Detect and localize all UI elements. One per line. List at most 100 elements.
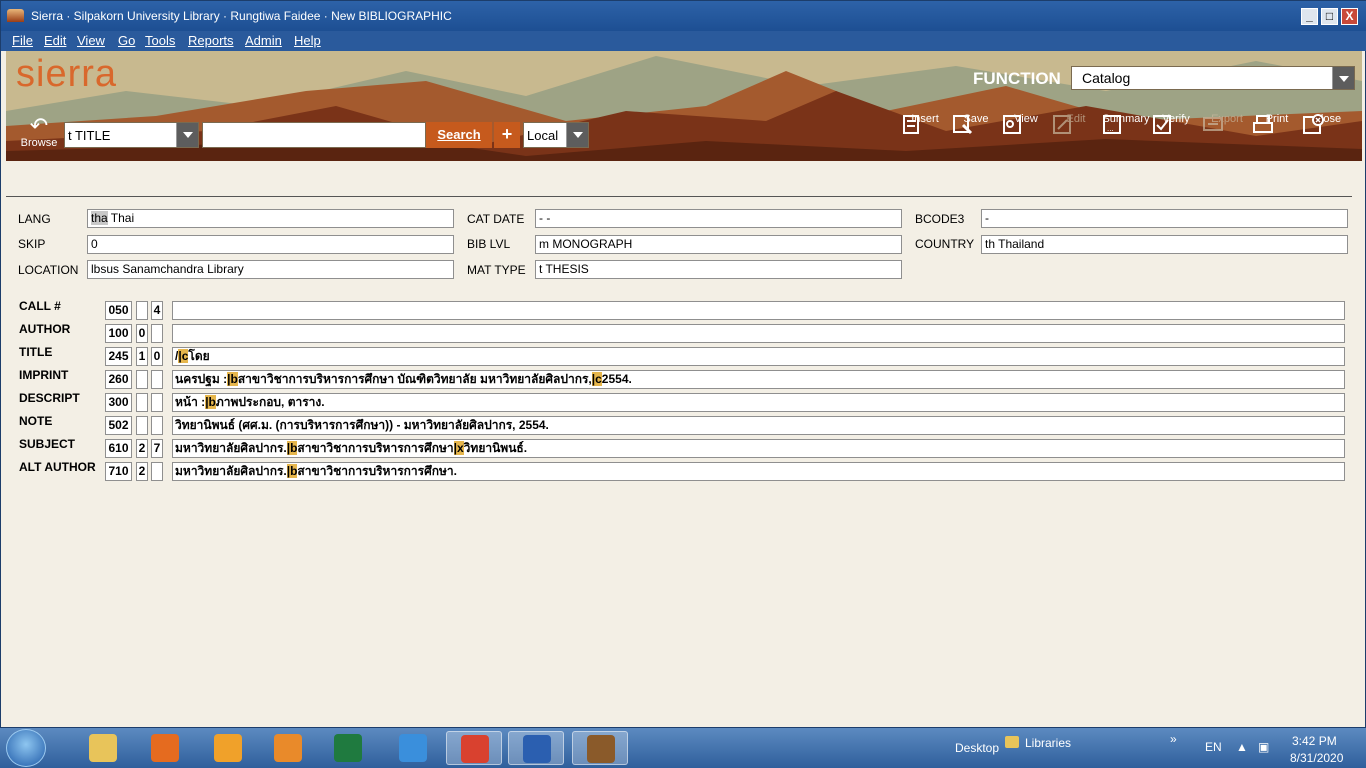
marc-ind1[interactable]: 2 xyxy=(136,439,148,458)
marc-tag[interactable]: 610 xyxy=(105,439,132,458)
cat-date-field[interactable]: - - xyxy=(535,209,902,228)
menu-reports[interactable]: Reports xyxy=(188,33,234,48)
sierra-app-taskbar-button[interactable] xyxy=(572,731,628,765)
back-arrow-icon: ↶ xyxy=(29,113,49,138)
country-field[interactable]: th Thailand xyxy=(981,235,1348,254)
internet-explorer-taskbar-button[interactable] xyxy=(385,731,441,765)
windows-start-button[interactable] xyxy=(6,729,46,767)
clock-time[interactable]: 3:42 PM xyxy=(1292,734,1337,748)
maximize-button[interactable]: □ xyxy=(1321,8,1338,25)
marc-tag[interactable]: 710 xyxy=(105,462,132,481)
marc-tag[interactable]: 502 xyxy=(105,416,132,435)
marc-ind2[interactable]: 7 xyxy=(151,439,163,458)
marc-data-text: สาขาวิชาการบริหารการศึกษา. xyxy=(297,464,457,478)
marc-ind2[interactable]: 0 xyxy=(151,347,163,366)
insert-button[interactable]: Insert xyxy=(900,113,950,134)
function-select[interactable]: Catalog xyxy=(1071,66,1355,90)
marc-data[interactable]: นครปฐม :|bสาขาวิชาการบริหารการศึกษา บัณฑ… xyxy=(172,370,1345,389)
skip-field[interactable]: 0 xyxy=(87,235,454,254)
marc-ind2[interactable] xyxy=(151,393,163,412)
browse-button[interactable]: ↶ Browse xyxy=(18,113,60,150)
marc-ind1[interactable] xyxy=(136,393,148,412)
media-player-taskbar-button[interactable] xyxy=(260,731,316,765)
bcode3-field[interactable]: - xyxy=(981,209,1348,228)
marc-ind1[interactable] xyxy=(136,301,148,320)
excel-taskbar-button[interactable] xyxy=(320,731,376,765)
marc-data[interactable]: มหาวิทยาลัยศิลปากร.|bสาขาวิชาการบริหารกา… xyxy=(172,439,1345,458)
subfield-delimiter: |c xyxy=(178,349,189,363)
marc-ind1[interactable] xyxy=(136,416,148,435)
close-window-button[interactable]: X xyxy=(1341,8,1358,25)
search-input[interactable] xyxy=(202,122,426,148)
menu-edit[interactable]: Edit xyxy=(44,33,66,48)
marc-ind2[interactable] xyxy=(151,462,163,481)
marc-data[interactable]: หน้า :|bภาพประกอบ, ตาราง. xyxy=(172,393,1345,412)
search-index-select[interactable]: t TITLE xyxy=(64,122,199,148)
language-indicator[interactable]: EN xyxy=(1205,740,1222,754)
menu-admin[interactable]: Admin xyxy=(245,33,282,48)
scope-select[interactable]: Local xyxy=(523,122,589,148)
show-hidden-icons-icon[interactable]: ▲ xyxy=(1236,740,1248,754)
menu-file[interactable]: File xyxy=(12,33,33,48)
marc-tag[interactable]: 100 xyxy=(105,324,132,343)
bcode3-label: BCODE3 xyxy=(915,212,965,226)
edit-icon xyxy=(1053,115,1071,134)
marc-tag[interactable]: 050 xyxy=(105,301,132,320)
marc-tag[interactable]: 245 xyxy=(105,347,132,366)
toolbar-chevron[interactable]: » xyxy=(1170,732,1177,746)
summary-button[interactable]: ... Summary xyxy=(1101,113,1151,134)
marc-ind1[interactable]: 1 xyxy=(136,347,148,366)
marc-ind1[interactable] xyxy=(136,370,148,389)
marc-ind2[interactable] xyxy=(151,324,163,343)
mat-type-field[interactable]: t THESIS xyxy=(535,260,902,279)
menu-help[interactable]: Help xyxy=(294,33,321,48)
firefox-taskbar-button[interactable] xyxy=(137,731,193,765)
marc-ind2[interactable] xyxy=(151,370,163,389)
menu-go[interactable]: Go xyxy=(118,33,135,48)
close-record-button[interactable]: Close xyxy=(1302,113,1352,134)
menu-view[interactable]: View xyxy=(77,33,105,48)
libraries-toolbar[interactable]: Libraries xyxy=(1025,736,1071,750)
verify-button[interactable]: Verify xyxy=(1151,113,1201,134)
menu-tools[interactable]: Tools xyxy=(145,33,175,48)
location-field[interactable]: lbsus Sanamchandra Library xyxy=(87,260,454,279)
minimize-button[interactable]: _ xyxy=(1301,8,1318,25)
word-taskbar-button[interactable] xyxy=(508,731,564,765)
clock-date[interactable]: 8/31/2020 xyxy=(1290,751,1343,765)
desktop-toolbar[interactable]: Desktop xyxy=(955,741,999,755)
lang-code: tha xyxy=(91,211,108,225)
marc-ind1[interactable]: 0 xyxy=(136,324,148,343)
edit-button[interactable]: Edit xyxy=(1051,113,1101,134)
marc-ind1[interactable]: 2 xyxy=(136,462,148,481)
save-button[interactable]: Save xyxy=(951,113,1001,135)
subfield-delimiter: |b xyxy=(227,372,238,386)
marc-ind2[interactable]: 4 xyxy=(151,301,163,320)
marc-tag[interactable]: 300 xyxy=(105,393,132,412)
cat-date-label: CAT DATE xyxy=(467,212,525,226)
winamp-taskbar-button[interactable] xyxy=(200,731,256,765)
marc-data[interactable]: /|cโดย xyxy=(172,347,1345,366)
print-icon xyxy=(1253,115,1273,133)
marc-ind2[interactable] xyxy=(151,416,163,435)
lang-field[interactable]: tha Thai xyxy=(87,209,454,228)
search-button[interactable]: Search xyxy=(426,122,492,148)
marc-tag[interactable]: 260 xyxy=(105,370,132,389)
view-button[interactable]: View xyxy=(1001,113,1051,134)
add-search-button[interactable]: + xyxy=(494,122,520,148)
chevron-down-icon[interactable] xyxy=(1332,67,1354,89)
record-editor: LANG tha Thai SKIP 0 LOCATION lbsus Sana… xyxy=(6,161,1362,721)
libraries-icon xyxy=(1005,736,1019,748)
export-button[interactable]: Export xyxy=(1202,113,1252,131)
marc-data[interactable] xyxy=(172,301,1345,320)
marc-data[interactable]: วิทยานิพนธ์ (ศศ.ม. (การบริหารการศึกษา)) … xyxy=(172,416,1345,435)
marc-data-text: ภาพประกอบ, ตาราง. xyxy=(215,395,325,409)
windows-explorer-taskbar-button[interactable] xyxy=(75,731,131,765)
bib-lvl-field[interactable]: m MONOGRAPH xyxy=(535,235,902,254)
marc-data[interactable] xyxy=(172,324,1345,343)
network-icon[interactable]: ▣ xyxy=(1258,740,1269,754)
marc-data[interactable]: มหาวิทยาลัยศิลปากร.|bสาขาวิชาการบริหารกา… xyxy=(172,462,1345,481)
chevron-down-icon[interactable] xyxy=(566,123,588,147)
print-button[interactable]: Print xyxy=(1252,113,1302,133)
chevron-down-icon[interactable] xyxy=(176,123,198,147)
chrome-taskbar-button[interactable] xyxy=(446,731,502,765)
